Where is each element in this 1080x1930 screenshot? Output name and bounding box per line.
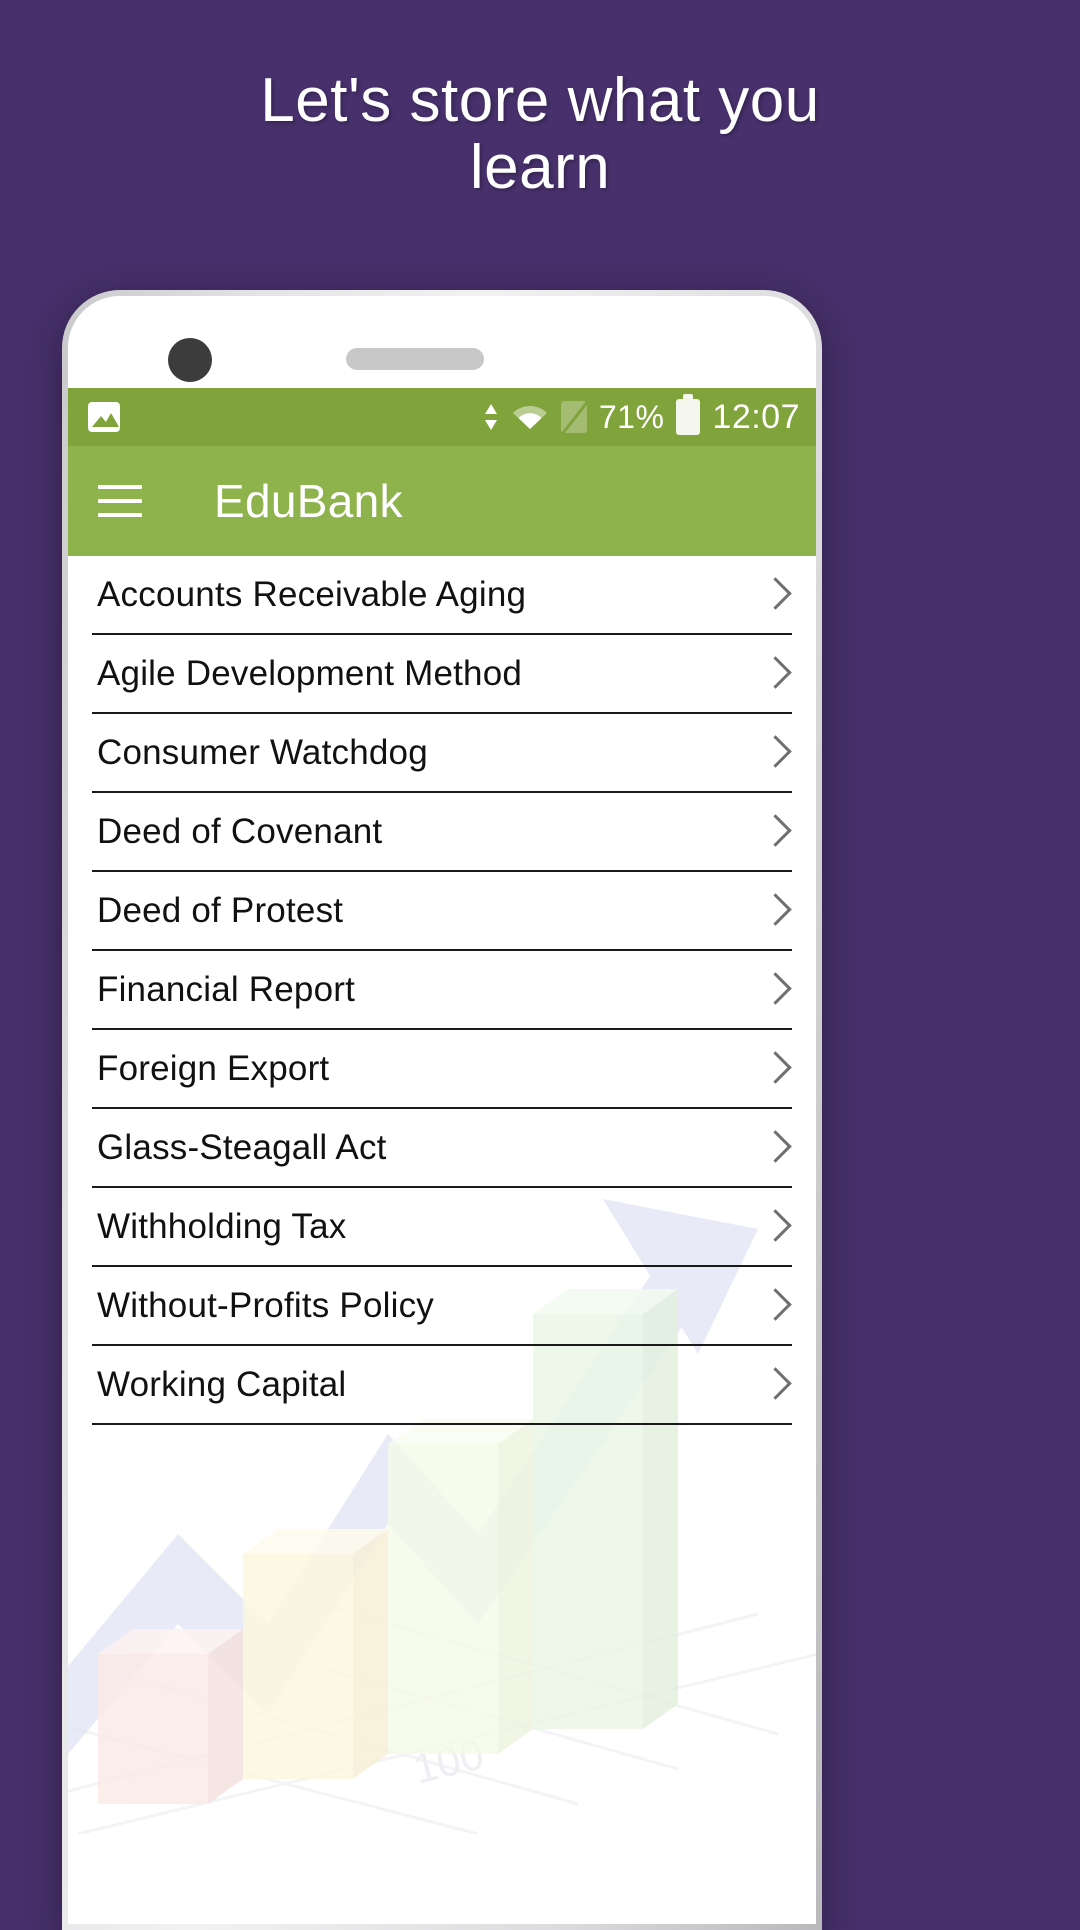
promo-headline: Let's store what you learn bbox=[260, 66, 820, 202]
app-title: EduBank bbox=[214, 475, 403, 527]
app-bar: EduBank bbox=[68, 446, 816, 556]
no-sim-icon bbox=[560, 401, 587, 433]
list-item[interactable]: Working Capital bbox=[92, 1346, 792, 1425]
app-screen: 71% 12:07 EduBank 100 0 Accounts Receiva… bbox=[68, 388, 816, 1924]
list-item-label: Glass-Steagall Act bbox=[97, 1127, 387, 1167]
list-item-label: Foreign Export bbox=[97, 1048, 330, 1088]
list-item-label: Working Capital bbox=[97, 1364, 347, 1404]
list-item[interactable]: Accounts Receivable Aging bbox=[92, 556, 792, 635]
phone-mockup: 71% 12:07 EduBank 100 0 Accounts Receiva… bbox=[62, 290, 822, 1930]
hamburger-menu-icon[interactable] bbox=[98, 485, 142, 517]
list-item-label: Accounts Receivable Aging bbox=[97, 574, 527, 614]
list-item-label: Deed of Protest bbox=[97, 890, 344, 930]
status-bar-clock: 12:07 bbox=[712, 397, 800, 436]
list-item[interactable]: Foreign Export bbox=[92, 1030, 792, 1109]
battery-percentage: 71% bbox=[598, 398, 665, 435]
list-item-label: Agile Development Method bbox=[97, 653, 523, 693]
battery-icon bbox=[676, 394, 701, 435]
list-item[interactable]: Consumer Watchdog bbox=[92, 714, 792, 793]
list-item-label: Withholding Tax bbox=[97, 1206, 347, 1246]
chevron-right-icon[interactable] bbox=[762, 1285, 788, 1327]
list-item-label: Deed of Covenant bbox=[97, 811, 383, 851]
list-item-label: Consumer Watchdog bbox=[97, 732, 428, 772]
gallery-icon bbox=[88, 402, 120, 432]
chevron-right-icon[interactable] bbox=[762, 969, 788, 1011]
list-item[interactable]: Agile Development Method bbox=[92, 635, 792, 714]
list-item[interactable]: Withholding Tax bbox=[92, 1188, 792, 1267]
chevron-right-icon[interactable] bbox=[762, 1048, 788, 1090]
list-item[interactable]: Without-Profits Policy bbox=[92, 1267, 792, 1346]
list-item-label: Financial Report bbox=[97, 969, 356, 1009]
term-list: Accounts Receivable Aging Agile Developm… bbox=[68, 556, 816, 1924]
chevron-right-icon[interactable] bbox=[762, 732, 788, 774]
status-bar: 71% 12:07 bbox=[68, 388, 816, 446]
phone-bezel-top bbox=[68, 296, 816, 388]
list-item[interactable]: Deed of Protest bbox=[92, 872, 792, 951]
list-item[interactable]: Glass-Steagall Act bbox=[92, 1109, 792, 1188]
list-item[interactable]: Financial Report bbox=[92, 951, 792, 1030]
list-item-label: Without-Profits Policy bbox=[97, 1285, 434, 1325]
earpiece-speaker bbox=[346, 348, 484, 370]
chevron-right-icon[interactable] bbox=[762, 1127, 788, 1169]
chevron-right-icon[interactable] bbox=[762, 653, 788, 695]
status-bar-left bbox=[88, 402, 483, 432]
chevron-right-icon[interactable] bbox=[762, 811, 788, 853]
chevron-right-icon[interactable] bbox=[762, 574, 788, 616]
wifi-icon bbox=[511, 402, 549, 432]
chevron-right-icon[interactable] bbox=[762, 1206, 788, 1248]
front-camera-icon bbox=[168, 338, 212, 382]
list-item[interactable]: Deed of Covenant bbox=[92, 793, 792, 872]
chevron-right-icon[interactable] bbox=[762, 1364, 788, 1406]
status-bar-right: 71% 12:07 bbox=[483, 394, 800, 437]
sync-arrows-icon bbox=[483, 402, 499, 432]
phone-screen-frame: 71% 12:07 EduBank 100 0 Accounts Receiva… bbox=[68, 296, 816, 1924]
chevron-right-icon[interactable] bbox=[762, 890, 788, 932]
